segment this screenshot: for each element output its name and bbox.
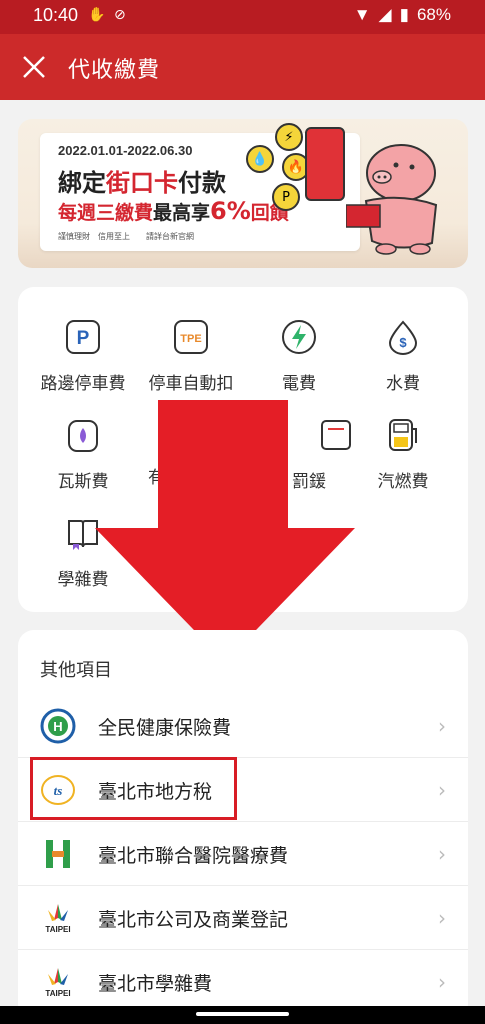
service-water[interactable]: $ 水費 [348, 319, 458, 394]
promo-disclaimer: 謹慎理財 信用至上 請詳台新官網 [58, 232, 194, 241]
lightning-coin-icon: ⚡ [275, 123, 303, 151]
water-coin-icon: 💧 [246, 145, 274, 173]
app-bar: 代收繳費 [0, 34, 485, 100]
other-items-heading: 其他項目 [40, 660, 112, 681]
taipei-hospital-logo-icon [46, 840, 70, 868]
other-items-panel: 其他項目 H 全民健康保險費 › ts 臺北市地方稅 › 臺北市聯合醫院醫療費 … [18, 630, 468, 1020]
service-fuel[interactable]: 汽燃費 [348, 417, 458, 492]
navigation-bar [0, 1006, 485, 1024]
tpe-icon: TPE [174, 320, 208, 354]
do-not-disturb-icon: ⊘ [114, 7, 126, 23]
battery-percent: 68% [416, 5, 451, 24]
hand-icon: ✋ [88, 7, 106, 23]
list-item-nhi[interactable]: H 全民健康保險費 › [18, 694, 468, 758]
service-street-parking[interactable]: P 路邊停車費 [28, 319, 138, 394]
list-item-taipei-hospital[interactable]: 臺北市聯合醫院醫療費 › [18, 822, 468, 886]
page-title: 代收繳費 [68, 58, 161, 83]
service-auto-parking[interactable]: TPE 停車自動扣 [136, 319, 246, 394]
parking-icon: P [66, 320, 100, 354]
nhi-logo-icon: H [40, 708, 76, 744]
svg-text:TPE: TPE [180, 333, 201, 345]
signal-icon: ◢ [378, 5, 392, 24]
promo-banner[interactable]: 2022.01.01-2022.06.30 綁定街口卡付款 每週三繳費最高享6%… [18, 119, 468, 268]
promo-subheadline: 每週三繳費最高享6%回饋 [58, 197, 289, 225]
chevron-right-icon: › [438, 970, 446, 994]
promo-headline: 綁定街口卡付款 [58, 169, 226, 197]
highlight-box [30, 757, 237, 820]
water-drop-icon: $ [388, 320, 418, 355]
parking-coin-icon: P [272, 183, 300, 211]
svg-text:$: $ [399, 335, 407, 350]
fuel-pump-icon [389, 419, 417, 451]
phone-illustration [305, 127, 345, 201]
service-electricity[interactable]: 電費 [244, 319, 354, 394]
close-icon[interactable] [18, 51, 50, 83]
chevron-right-icon: › [438, 778, 446, 802]
list-item-taipei-company[interactable]: TAIPEI 臺北市公司及商業登記 › [18, 886, 468, 950]
battery-icon: ▮ [399, 5, 409, 24]
svg-text:H: H [53, 719, 62, 734]
status-time: 10:40 [33, 5, 79, 25]
svg-text:TAIPEI: TAIPEI [45, 925, 70, 934]
promo-date: 2022.01.01-2022.06.30 [58, 143, 193, 158]
annotation-arrow-icon [95, 400, 355, 662]
pig-mascot-icon [346, 144, 438, 255]
taipei-logo-icon: TAIPEI [45, 968, 71, 998]
home-gesture-handle[interactable] [196, 1012, 289, 1016]
status-bar: 10:40 ✋ ⊘ ▼ ◢ ▮ 68% [0, 0, 485, 34]
lightning-icon [282, 320, 316, 354]
svg-text:TAIPEI: TAIPEI [45, 989, 70, 998]
list-item-taipei-tuition[interactable]: TAIPEI 臺北市學雜費 › [18, 950, 468, 1014]
wifi-icon: ▼ [353, 5, 371, 24]
svg-text:P: P [77, 328, 90, 349]
taipei-logo-icon: TAIPEI [45, 904, 71, 934]
chevron-right-icon: › [438, 714, 446, 738]
chevron-right-icon: › [438, 906, 446, 930]
chevron-right-icon: › [438, 842, 446, 866]
